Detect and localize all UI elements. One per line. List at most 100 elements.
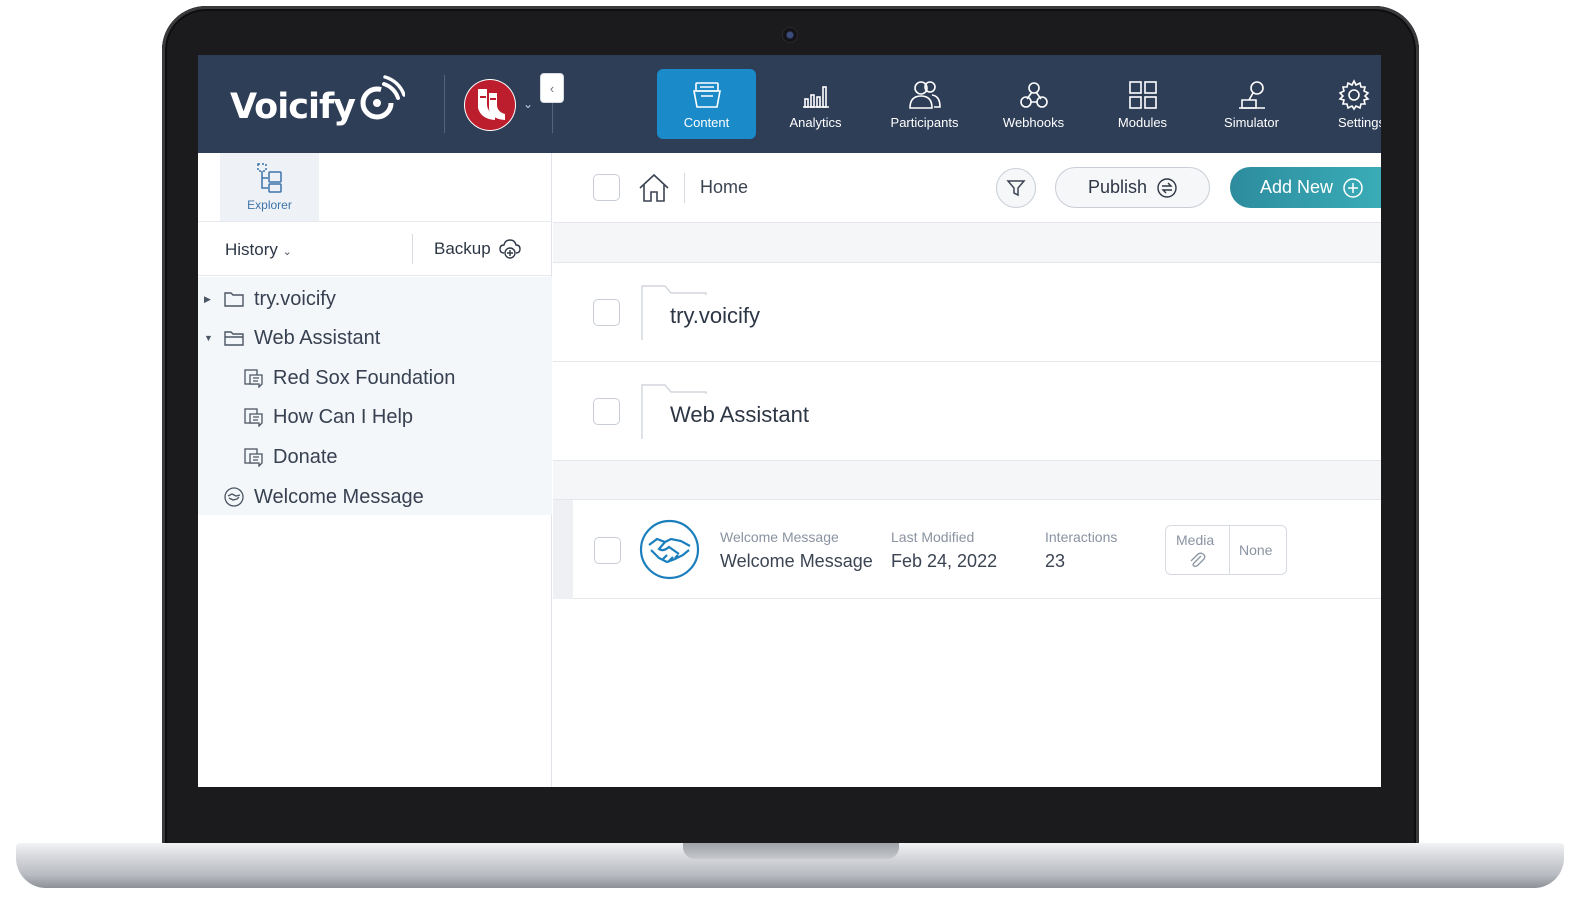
content-section-spacer [553, 223, 1381, 263]
content-icon [692, 82, 721, 108]
red-sox-logo-icon [465, 80, 515, 130]
history-label: History [225, 240, 278, 259]
tree-item-welcome[interactable]: Welcome Message [224, 482, 424, 512]
analytics-icon [802, 86, 829, 108]
topbar-divider [444, 75, 445, 133]
row-checkbox[interactable] [594, 537, 621, 564]
organization-logo[interactable] [464, 79, 516, 131]
tree-item-label: How Can I Help [273, 405, 414, 428]
backup-label: Backup [434, 239, 491, 258]
add-new-button[interactable]: Add New [1230, 167, 1381, 208]
content-toolbar: Home Publish Add New [553, 153, 1381, 223]
nav-webhooks[interactable]: Webhooks [984, 69, 1083, 139]
tree-item-folder[interactable]: ▼ Web Assistant [204, 323, 381, 353]
nav-label: Settings [1338, 115, 1381, 130]
nav-participants[interactable]: Participants [875, 69, 974, 139]
nav-label: Content [683, 115, 730, 130]
folder-name: try.voicify [670, 303, 761, 328]
chevron-down-icon[interactable]: ⌄ [523, 97, 533, 111]
plus-circle-icon [1343, 177, 1363, 198]
filter-icon [1006, 180, 1026, 197]
folder-row[interactable]: try.voicify [553, 263, 1381, 362]
media-indicator: Media None [1165, 525, 1287, 575]
tree-item-label: Donate [273, 445, 338, 468]
webhooks-icon [1019, 82, 1048, 108]
interactions-value: 23 [1045, 551, 1066, 571]
nav-simulator[interactable]: Simulator [1202, 69, 1301, 139]
publish-label: Publish [1087, 177, 1148, 197]
tree-item-label: Welcome Message [254, 485, 424, 508]
content-item-row[interactable]: Welcome Message Welcome Message Last Mod… [553, 500, 1381, 599]
explorer-label: Explorer [247, 198, 292, 212]
media-divider [1229, 526, 1230, 574]
nav-modules[interactable]: Modules [1093, 69, 1192, 139]
select-all-checkbox[interactable] [593, 174, 620, 201]
tree-item-conversation[interactable]: Red Sox Foundation [244, 363, 455, 393]
nav-analytics[interactable]: Analytics [766, 69, 865, 139]
tab-explorer[interactable]: Explorer [220, 153, 319, 221]
caret-down-icon[interactable]: ▼ [204, 333, 213, 343]
media-label: Media [1176, 532, 1215, 548]
history-backup-row: History ⌄ Backup [198, 221, 552, 276]
breadcrumb-divider [684, 173, 685, 203]
app-screen: Voicify ⌄ Content Analytics Participants… [198, 55, 1381, 787]
explorer-panel: Explorer History ⌄ Backup ▶ try.voicify … [198, 153, 552, 787]
tree-item-folder[interactable]: ▶ try.voicify [204, 284, 336, 314]
laptop-notch [683, 843, 899, 859]
handshake-icon [224, 487, 244, 507]
item-type-label: Welcome Message [720, 529, 839, 545]
conversation-icon [244, 407, 263, 427]
voicify-logo[interactable]: Voicify [230, 75, 406, 131]
history-dropdown[interactable]: History ⌄ [225, 240, 292, 260]
simulator-icon [1238, 81, 1265, 109]
camera-icon [783, 28, 797, 42]
row-checkbox[interactable] [593, 398, 620, 425]
row-stripe [553, 500, 573, 599]
interactions-label: Interactions [1045, 529, 1118, 545]
row-divider [412, 234, 413, 264]
nav-label: Simulator [1224, 115, 1279, 130]
publish-button[interactable]: Publish [1055, 167, 1210, 208]
tree-item-label: Red Sox Foundation [273, 366, 456, 389]
collapse-panel-button[interactable]: ‹ [540, 73, 564, 103]
home-icon[interactable] [638, 172, 670, 204]
gear-icon [1338, 79, 1370, 111]
tree-item-conversation[interactable]: How Can I Help [244, 402, 413, 432]
add-new-label: Add New [1260, 177, 1334, 197]
explorer-icon [256, 163, 282, 193]
chevron-down-icon: ⌄ [282, 246, 292, 258]
nav-content[interactable]: Content [657, 69, 756, 139]
nav-label: Modules [1117, 115, 1168, 130]
nav-label: Analytics [789, 115, 842, 130]
nav-settings[interactable]: Settings [1311, 69, 1381, 139]
tree-item-label: try.voicify [254, 287, 336, 310]
conversation-icon [244, 368, 263, 388]
backup-button[interactable]: Backup [434, 238, 521, 260]
tree-item-label: Web Assistant [254, 326, 381, 349]
chevron-left-icon: ‹ [549, 80, 555, 96]
logo-text: Voicify [230, 87, 356, 127]
handshake-icon [639, 519, 700, 580]
caret-right-icon[interactable]: ▶ [204, 294, 211, 305]
row-checkbox[interactable] [593, 299, 620, 326]
publish-icon [1157, 177, 1177, 198]
top-navigation-bar: Voicify ⌄ Content Analytics Participants… [198, 55, 1381, 153]
participants-icon [908, 81, 941, 109]
content-section-spacer [553, 461, 1381, 500]
folder-row[interactable]: Web Assistant [553, 362, 1381, 461]
modules-icon [1128, 81, 1157, 109]
cloud-upload-icon [499, 239, 521, 259]
last-modified-label: Last Modified [891, 529, 975, 545]
media-value: None [1239, 542, 1273, 558]
filter-button[interactable] [996, 168, 1036, 208]
breadcrumb[interactable]: Home [700, 177, 748, 198]
folder-name: Web Assistant [670, 402, 809, 427]
conversation-icon [244, 447, 263, 467]
item-title: Welcome Message [720, 551, 873, 571]
content-tree: ▶ try.voicify ▼ Web Assistant Red Sox Fo… [198, 277, 552, 515]
folder-open-icon [224, 331, 244, 346]
content-area: Home Publish Add New try.voicify Web Ass… [553, 153, 1381, 787]
tree-item-conversation[interactable]: Donate [244, 442, 338, 472]
nav-label: Participants [890, 115, 959, 130]
voicify-waves-icon [360, 75, 406, 120]
